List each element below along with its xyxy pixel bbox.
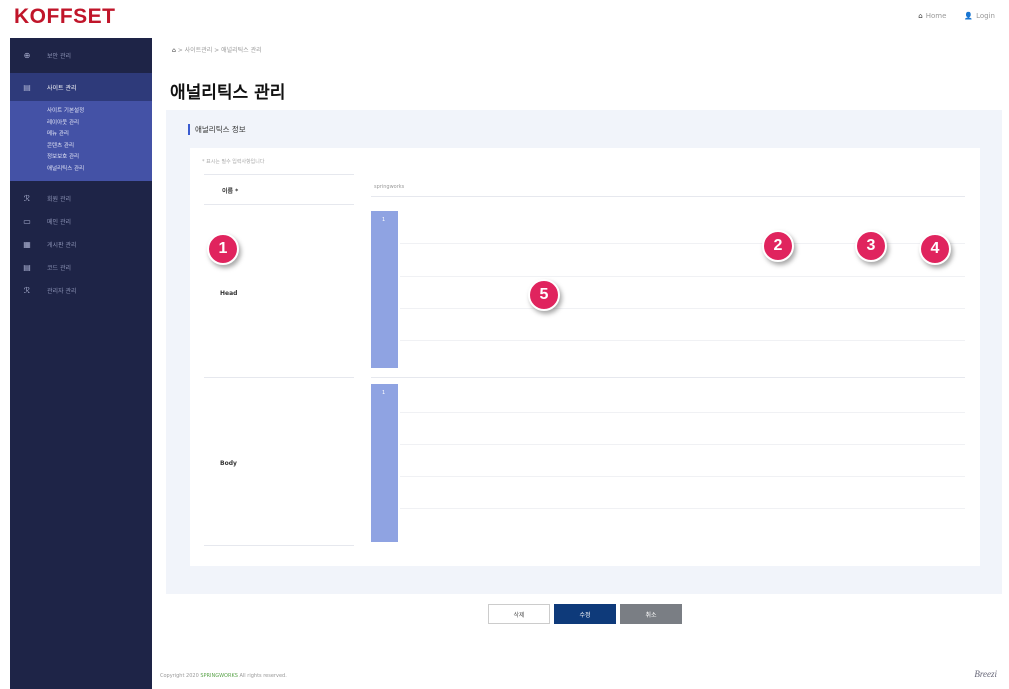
breezi-logo: Breezi: [974, 669, 997, 679]
annotation-badge-2: 2: [762, 230, 794, 262]
body-label: Body: [220, 460, 237, 467]
submenu-privacy[interactable]: 정보보호 관리: [10, 152, 152, 164]
sidebar-item-main[interactable]: ▭ 메인 관리: [10, 210, 152, 233]
edit-button[interactable]: 수정: [554, 604, 616, 624]
sidebar-item-security[interactable]: ⊕ 보안 관리: [10, 44, 152, 67]
login-label: Login: [976, 12, 995, 20]
monitor-icon: ▭: [23, 217, 31, 226]
site-icon: ▤: [23, 82, 31, 92]
sidebar-item-admin[interactable]: ℛ 관리자 관리: [10, 279, 152, 302]
submenu-menu[interactable]: 메뉴 관리: [10, 129, 152, 141]
form-actions: 삭제 수정 취소: [488, 604, 682, 624]
annotation-badge-1: 1: [207, 233, 239, 265]
name-label: 이름 *: [222, 188, 239, 195]
footer-copyright: Copyright 2020 SPRINGWORKS All rights re…: [160, 673, 287, 679]
top-bar: KOFFSET ⌂ Home 👤 Login: [0, 0, 1009, 38]
submenu-analytics[interactable]: 애널리틱스 관리: [10, 164, 152, 176]
analytics-form: * 표시는 필수 입력사항입니다 이름 * springworks Head 1…: [190, 148, 980, 566]
sidebar-item-label: 관리자 관리: [47, 288, 77, 295]
delete-button[interactable]: 삭제: [488, 604, 550, 624]
analytics-panel: 애널리틱스 정보 * 표시는 필수 입력사항입니다 이름 * springwor…: [166, 110, 1002, 594]
section-title: 애널리틱스 정보: [188, 124, 246, 135]
sidebar-item-label: 보안 관리: [47, 53, 71, 60]
sidebar-item-label: 회원 관리: [47, 196, 71, 203]
breadcrumb-text: 사이트관리 > 애널리틱스 관리: [184, 47, 262, 54]
required-note: * 표시는 필수 입력사항입니다: [202, 159, 265, 165]
sidebar-item-members[interactable]: ℛ 회원 관리: [10, 187, 152, 210]
main-content: ⌂ > 사이트관리 > 애널리틱스 관리 애널리틱스 관리 애널리틱스 정보 *…: [152, 38, 1009, 689]
shield-icon: ⊕: [23, 51, 31, 60]
submenu-content[interactable]: 콘텐츠 관리: [10, 141, 152, 153]
user-icon: 👤: [964, 12, 974, 20]
annotation-badge-5: 5: [528, 279, 560, 311]
login-link[interactable]: 👤 Login: [964, 12, 995, 20]
home-icon[interactable]: ⌂: [172, 47, 176, 54]
page-title: 애널리틱스 관리: [170, 83, 286, 103]
members-icon: ℛ: [23, 194, 31, 203]
submenu-site-settings[interactable]: 사이트 기본설정: [10, 106, 152, 118]
annotation-badge-4: 4: [919, 233, 951, 265]
annotation-badge-3: 3: [855, 230, 887, 262]
sidebar-item-code[interactable]: ▤ 코드 관리: [10, 256, 152, 279]
sidebar-item-label: 코드 관리: [47, 265, 71, 272]
sidebar-item-site[interactable]: ▤ 사이트 관리: [10, 73, 152, 101]
body-code-editor[interactable]: 1: [371, 384, 398, 542]
name-input[interactable]: springworks: [374, 184, 404, 190]
home-link[interactable]: ⌂ Home: [918, 12, 946, 20]
home-label: Home: [925, 12, 947, 20]
submenu-layout[interactable]: 레이아웃 관리: [10, 118, 152, 130]
head-code-editor[interactable]: 1: [371, 211, 398, 368]
sidebar-submenu: 사이트 기본설정 레이아웃 관리 메뉴 관리 콘텐츠 관리 정보보호 관리 애널…: [10, 101, 152, 181]
home-icon: ⌂: [918, 12, 923, 20]
sidebar-item-board[interactable]: ▦ 게시판 관리: [10, 233, 152, 256]
code-icon: ▤: [23, 263, 31, 272]
sidebar-item-label: 게시판 관리: [47, 242, 77, 249]
head-label: Head: [220, 290, 238, 297]
breadcrumb: ⌂ > 사이트관리 > 애널리틱스 관리: [172, 47, 262, 54]
sidebar-item-label: 메인 관리: [47, 219, 71, 226]
board-icon: ▦: [23, 240, 31, 249]
cancel-button[interactable]: 취소: [620, 604, 682, 624]
sidebar-item-label: 사이트 관리: [47, 84, 77, 92]
line-number: 1: [382, 390, 386, 396]
koffset-logo[interactable]: KOFFSET: [14, 5, 116, 29]
line-number: 1: [382, 217, 386, 223]
sidebar: ⊕ 보안 관리 ▤ 사이트 관리 사이트 기본설정 레이아웃 관리 메뉴 관리 콘텐…: [10, 38, 152, 689]
admin-icon: ℛ: [23, 286, 31, 295]
